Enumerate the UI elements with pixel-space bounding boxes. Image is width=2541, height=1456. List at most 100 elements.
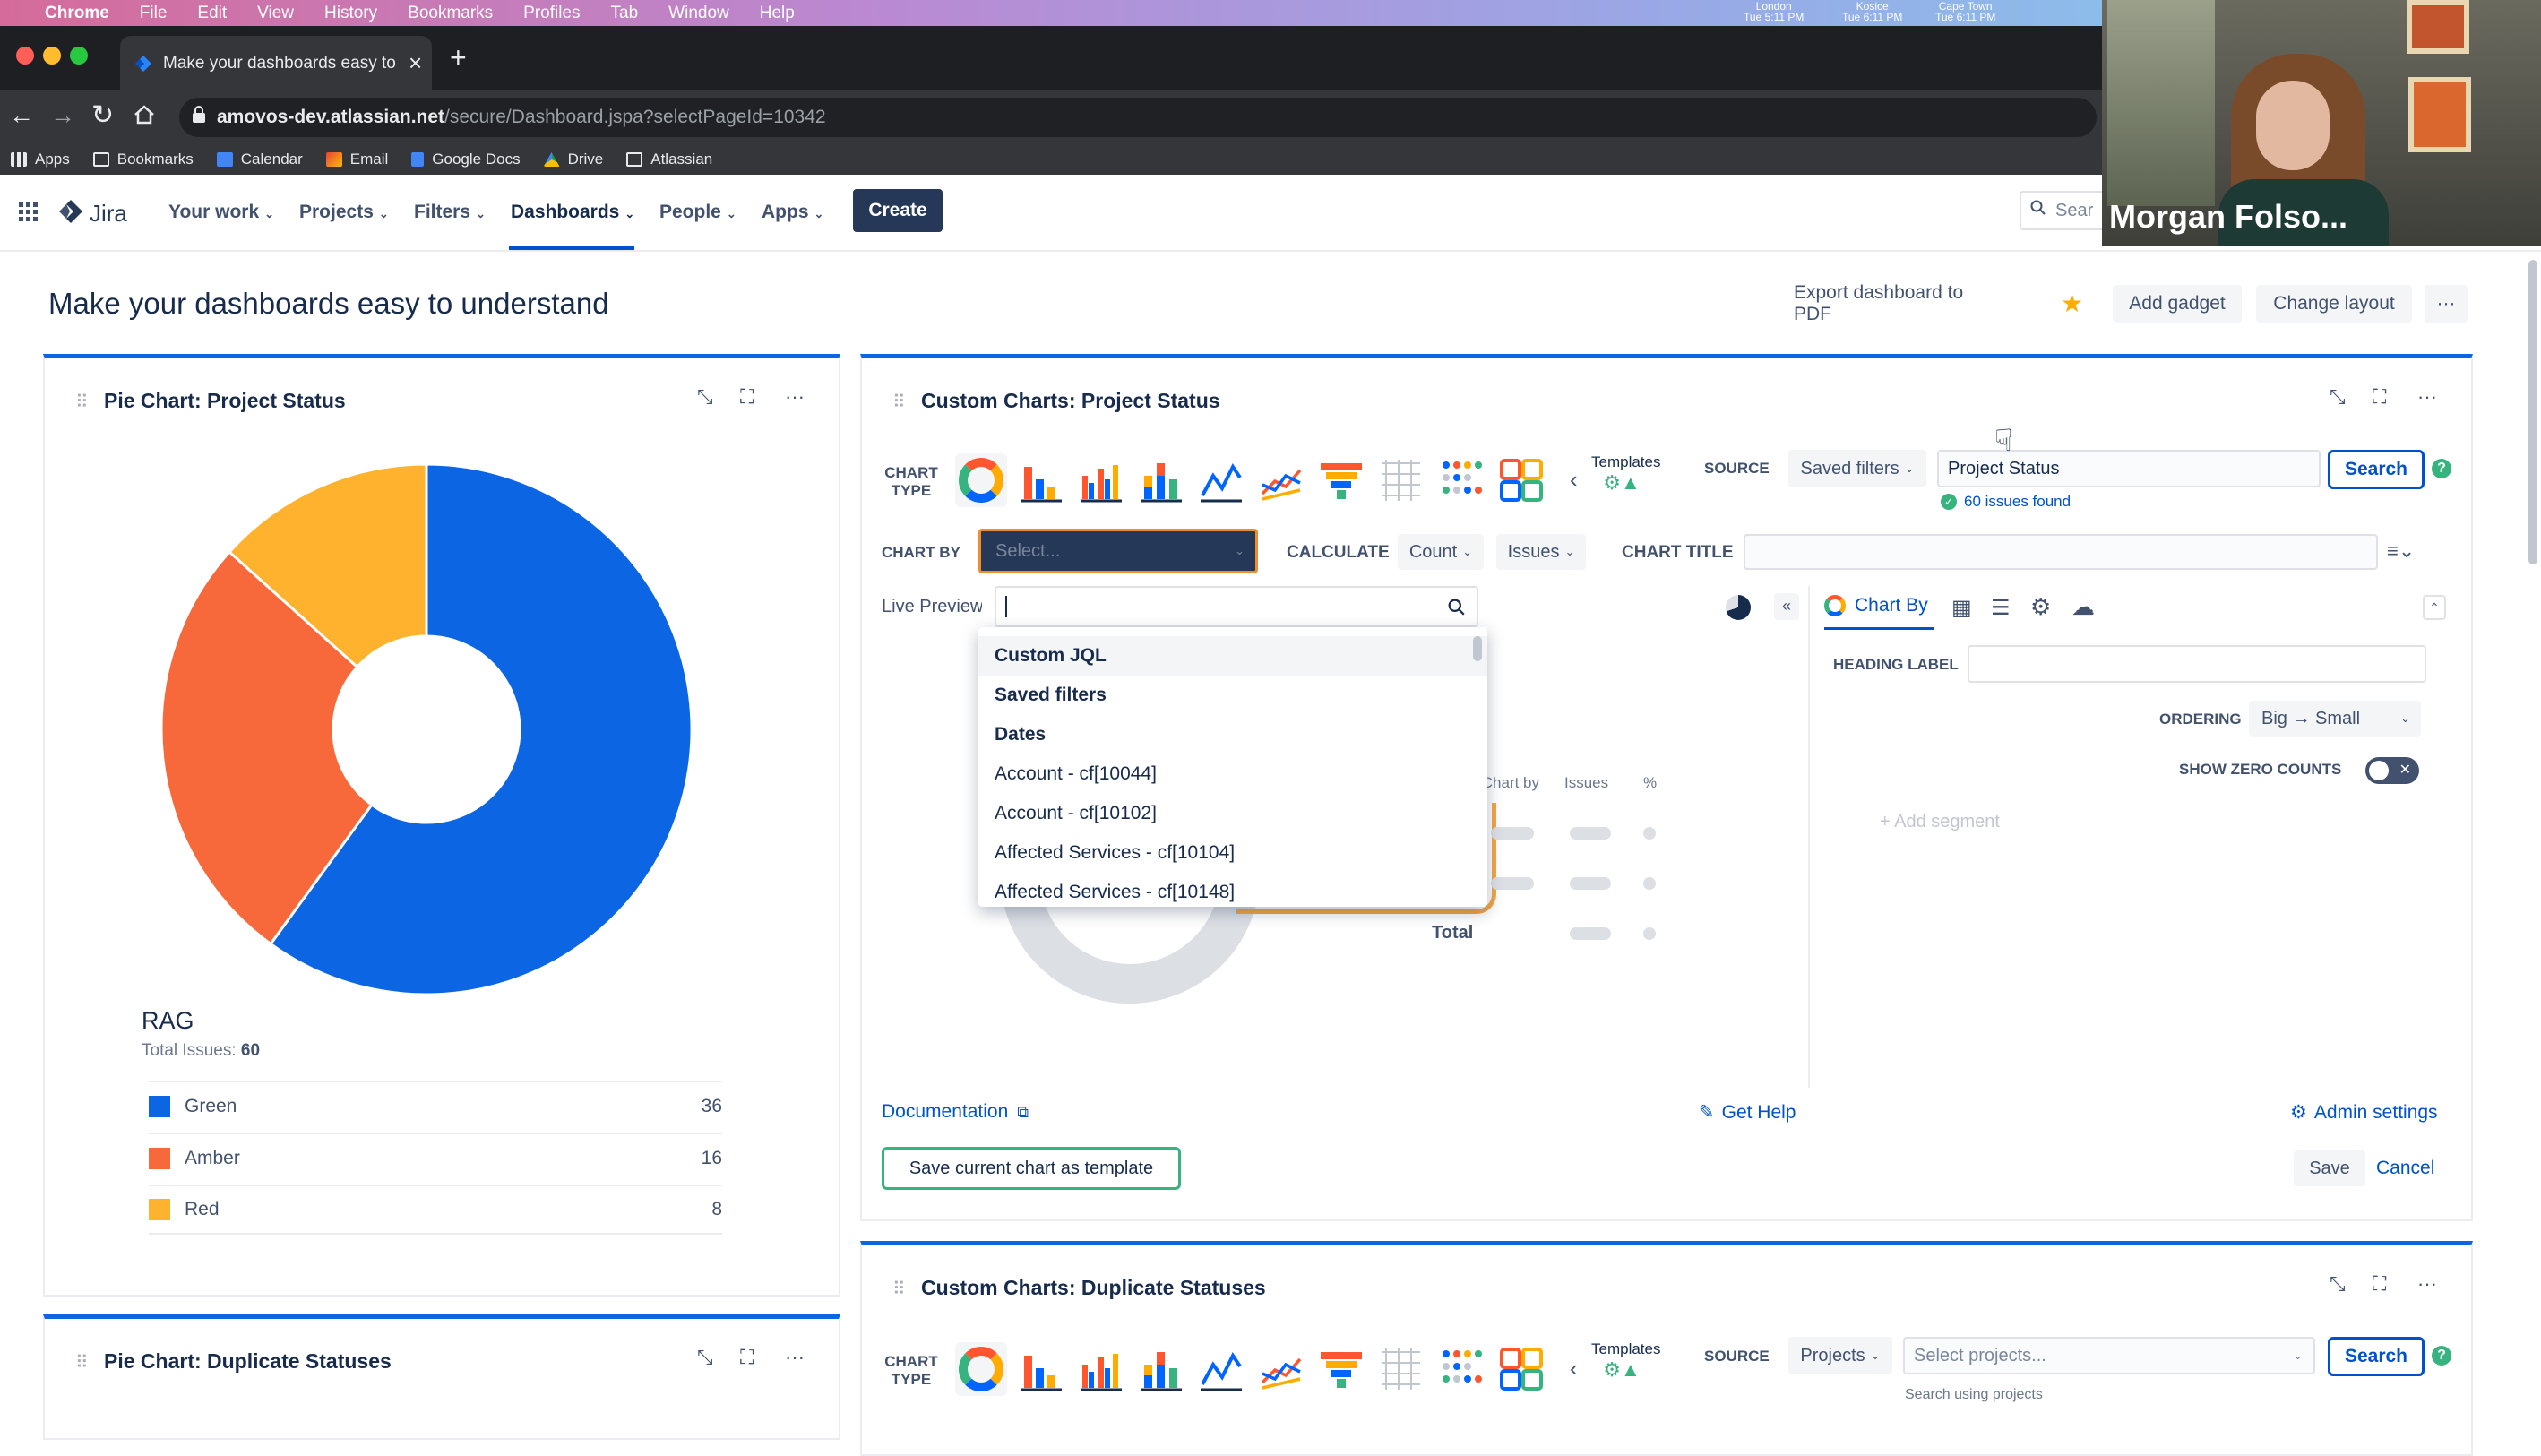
table-chart-type-icon[interactable] <box>1375 1342 1427 1396</box>
bookmark-email[interactable]: Email <box>325 151 388 168</box>
templates-button[interactable]: Templates ⚙▲ <box>1591 453 1660 495</box>
heatmap-chart-type-icon[interactable] <box>1435 453 1487 507</box>
source-select[interactable]: Saved filters ⌄ <box>1788 450 1926 487</box>
funnel-chart-type-icon[interactable] <box>1315 453 1367 507</box>
save-button[interactable]: Save <box>2294 1150 2365 1186</box>
legend-row-green[interactable]: Green 36 <box>149 1081 722 1131</box>
pie-style-icon[interactable] <box>1726 595 1751 620</box>
nav-filters[interactable]: Filters ⌄ <box>414 202 486 223</box>
line-chart-type-icon[interactable] <box>1195 1342 1247 1396</box>
menu-help[interactable]: Help <box>760 4 795 23</box>
chart-by-search-input[interactable] <box>995 586 1478 627</box>
tiles-chart-type-icon[interactable] <box>1495 1342 1547 1396</box>
nav-dashboards[interactable]: Dashboards ⌄ <box>511 202 634 223</box>
bookmark-atlassian[interactable]: Atlassian <box>626 151 712 168</box>
funnel-chart-type-icon[interactable] <box>1315 1342 1367 1396</box>
drag-handle-icon[interactable]: ⠿ <box>892 1278 906 1300</box>
drag-handle-icon[interactable]: ⠿ <box>75 391 89 413</box>
more-options-button[interactable]: ··· <box>2425 285 2468 323</box>
window-close-button[interactable] <box>16 47 34 65</box>
tab-close-icon[interactable]: × <box>409 49 422 77</box>
bookmark-calendar[interactable]: Calendar <box>216 151 303 168</box>
menu-window[interactable]: Window <box>668 4 729 23</box>
legend-row-amber[interactable]: Amber 16 <box>149 1133 722 1183</box>
minimize-icon[interactable]: ⤡ <box>2330 385 2346 409</box>
dropdown-option[interactable]: Affected Services - cf[10104] <box>978 833 1487 873</box>
nav-your-work[interactable]: Your work ⌄ <box>168 202 274 223</box>
address-bar[interactable]: amovos-dev.atlassian.net /secure/Dashboa… <box>179 98 2097 137</box>
dropdown-option[interactable]: Dates <box>978 715 1487 754</box>
fullscreen-icon[interactable]: ⛶ <box>2373 1272 2386 1296</box>
fullscreen-icon[interactable]: ⛶ <box>740 1346 754 1369</box>
heatmap-chart-type-icon[interactable] <box>1435 1342 1487 1396</box>
window-minimize-button[interactable] <box>43 47 61 65</box>
admin-settings-link[interactable]: ⚙ Admin settings <box>2290 1101 2438 1124</box>
home-icon[interactable] <box>133 103 156 131</box>
jira-logo[interactable]: Jira <box>57 198 127 229</box>
forward-icon[interactable]: → <box>50 101 75 130</box>
reload-icon[interactable]: ↻ <box>91 99 114 131</box>
tab-table-icon[interactable]: ▦ <box>1951 595 1972 621</box>
collapse-left-icon[interactable]: « <box>1774 593 1799 620</box>
multi-line-chart-type-icon[interactable] <box>1255 1342 1307 1396</box>
add-segment-button[interactable]: + Add segment <box>1880 812 2000 832</box>
change-layout-button[interactable]: Change layout <box>2256 285 2412 323</box>
donut-chart-type-icon[interactable] <box>955 453 1007 507</box>
collapse-up-icon[interactable]: ⌃ <box>2423 595 2446 620</box>
tiles-chart-type-icon[interactable] <box>1495 453 1547 507</box>
dropdown-option[interactable]: Account - cf[10102] <box>978 794 1487 833</box>
nav-projects[interactable]: Projects ⌄ <box>299 202 389 223</box>
chevron-left-icon[interactable]: ‹ <box>1570 466 1578 494</box>
chart-title-input[interactable] <box>1744 534 2378 570</box>
dropdown-option[interactable]: Account - cf[10044] <box>978 754 1487 794</box>
menu-file[interactable]: File <box>140 4 168 23</box>
nav-apps[interactable]: Apps ⌄ <box>762 202 823 223</box>
drag-handle-icon[interactable]: ⠿ <box>75 1351 89 1374</box>
dropdown-scrollbar-thumb[interactable] <box>1473 636 1482 661</box>
grouped-bar-chart-type-icon[interactable] <box>1075 1342 1127 1396</box>
menu-bookmarks[interactable]: Bookmarks <box>408 4 493 23</box>
calc-count-select[interactable]: Count ⌄ <box>1398 534 1484 570</box>
minimize-icon[interactable]: ⤡ <box>697 1346 713 1369</box>
bookmark-bookmarks[interactable]: Bookmarks <box>92 151 194 168</box>
dropdown-option[interactable]: Affected Services - cf[10148] <box>978 873 1487 907</box>
save-as-template-button[interactable]: Save current chart as template <box>882 1147 1181 1190</box>
star-icon[interactable]: ★ <box>2061 289 2083 318</box>
tab-legend-icon[interactable]: ☰ <box>1991 595 2011 621</box>
chevron-left-icon[interactable]: ‹ <box>1570 1355 1578 1383</box>
cancel-button[interactable]: Cancel <box>2376 1158 2434 1179</box>
page-scrollbar-thumb[interactable] <box>2528 260 2537 564</box>
line-chart-type-icon[interactable] <box>1195 453 1247 507</box>
new-tab-button[interactable]: + <box>450 41 467 74</box>
more-icon[interactable]: ··· <box>785 385 805 409</box>
issues-found[interactable]: ✓ 60 issues found <box>1941 493 2071 511</box>
drag-handle-icon[interactable]: ⠿ <box>892 391 906 413</box>
menu-history[interactable]: History <box>324 4 377 23</box>
more-icon[interactable]: ··· <box>785 1346 805 1369</box>
heading-label-input[interactable] <box>1968 645 2426 683</box>
dropdown-option[interactable]: Custom JQL <box>978 636 1487 676</box>
table-chart-type-icon[interactable] <box>1375 453 1427 507</box>
bookmark-apps[interactable]: Apps <box>11 151 70 168</box>
grouped-bar-chart-type-icon[interactable] <box>1075 453 1127 507</box>
create-button[interactable]: Create <box>853 189 943 232</box>
add-gadget-button[interactable]: Add gadget <box>2113 285 2242 323</box>
bookmark-drive[interactable]: Drive <box>543 151 603 168</box>
more-icon[interactable]: ··· <box>2417 1272 2437 1296</box>
legend-row-red[interactable]: Red 8 <box>149 1185 722 1235</box>
tab-export-icon[interactable]: ☁ <box>2072 593 2095 621</box>
minimize-icon[interactable]: ⤡ <box>2330 1272 2346 1296</box>
multi-line-chart-type-icon[interactable] <box>1255 453 1307 507</box>
menu-view[interactable]: View <box>257 4 294 23</box>
browser-tab-active[interactable]: Make your dashboards easy to × <box>120 36 432 90</box>
get-help-link[interactable]: ✎ Get Help <box>1699 1101 1796 1124</box>
stacked-bar-chart-type-icon[interactable] <box>1135 453 1187 507</box>
templates-button[interactable]: Templates ⚙▲ <box>1591 1340 1660 1382</box>
stacked-bar-chart-type-icon[interactable] <box>1135 1342 1187 1396</box>
export-pdf-button[interactable]: Export dashboard to PDF <box>1794 282 1989 324</box>
show-zero-counts-toggle[interactable]: ✕ <box>2365 757 2419 784</box>
source-select[interactable]: Projects ⌄ <box>1788 1337 1892 1374</box>
dropdown-option[interactable]: Saved filters <box>978 676 1487 715</box>
minimize-icon[interactable]: ⤡ <box>697 385 713 409</box>
documentation-link[interactable]: Documentation ⧉ <box>882 1101 1029 1123</box>
